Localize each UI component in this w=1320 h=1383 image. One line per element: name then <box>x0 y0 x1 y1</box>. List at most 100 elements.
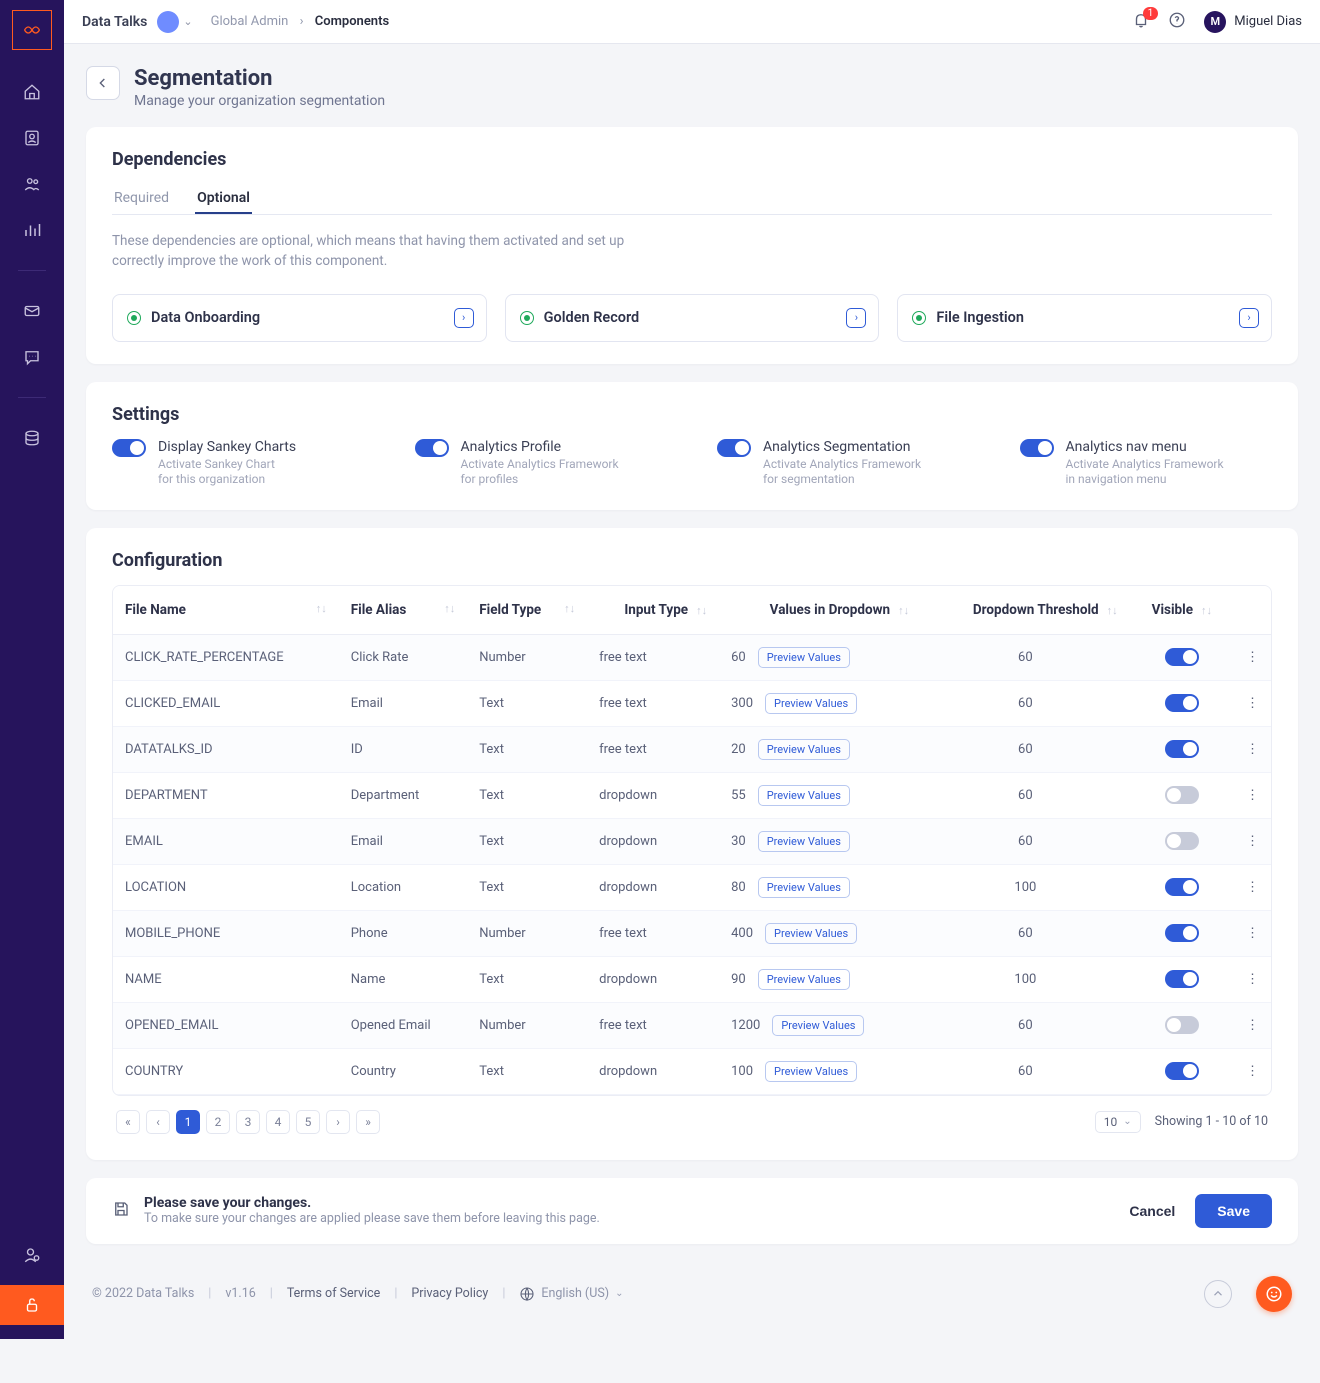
col-file-name[interactable]: File Name↑↓ <box>113 586 339 635</box>
table-row: DEPARTMENT Department Text dropdown 55Pr… <box>113 772 1271 818</box>
setting-toggle[interactable] <box>717 439 751 457</box>
back-button[interactable] <box>86 66 120 100</box>
tab-optional[interactable]: Optional <box>195 184 252 214</box>
visible-toggle[interactable] <box>1165 694 1199 712</box>
visible-toggle[interactable] <box>1165 878 1199 896</box>
preview-values-button[interactable]: Preview Values <box>758 831 850 852</box>
nav-database-icon[interactable] <box>20 426 44 450</box>
row-menu-icon[interactable]: ⋮ <box>1246 788 1259 803</box>
col-input-type[interactable]: Input Type↑↓ <box>587 586 719 635</box>
dependency-go-button[interactable]: › <box>846 308 866 328</box>
col-threshold[interactable]: Dropdown Threshold↑↓ <box>921 586 1130 635</box>
dependency-card[interactable]: File Ingestion › <box>897 294 1272 342</box>
visible-toggle[interactable] <box>1165 786 1199 804</box>
setting-toggle[interactable] <box>415 439 449 457</box>
dependency-go-button[interactable]: › <box>454 308 474 328</box>
row-menu-icon[interactable]: ⋮ <box>1246 742 1259 757</box>
visible-toggle[interactable] <box>1165 924 1199 942</box>
table-row: COUNTRY Country Text dropdown 100Preview… <box>113 1048 1271 1094</box>
visible-toggle[interactable] <box>1165 740 1199 758</box>
dependency-card[interactable]: Golden Record › <box>505 294 880 342</box>
row-menu-icon[interactable]: ⋮ <box>1246 880 1259 895</box>
cell-input-type: free text <box>587 910 719 956</box>
visible-toggle[interactable] <box>1165 1016 1199 1034</box>
preview-values-button[interactable]: Preview Values <box>772 1015 864 1036</box>
preview-values-button[interactable]: Preview Values <box>758 647 850 668</box>
pager-page[interactable]: 2 <box>206 1110 230 1134</box>
nav-mail-icon[interactable] <box>20 299 44 323</box>
nav-message-icon[interactable] <box>20 345 44 369</box>
row-menu-icon[interactable]: ⋮ <box>1246 972 1259 987</box>
save-button[interactable]: Save <box>1195 1194 1272 1228</box>
nav-profile-icon[interactable] <box>20 126 44 150</box>
cell-visible <box>1130 726 1234 772</box>
logo[interactable] <box>12 10 52 50</box>
notifications-icon[interactable]: 1 <box>1132 11 1150 33</box>
cell-file-name: DEPARTMENT <box>113 772 339 818</box>
cell-values: 80Preview Values <box>719 864 921 910</box>
nav-people-icon[interactable] <box>20 172 44 196</box>
preview-values-button[interactable]: Preview Values <box>758 785 850 806</box>
chat-button[interactable] <box>1256 1276 1292 1312</box>
visible-toggle[interactable] <box>1165 832 1199 850</box>
table-row: NAME Name Text dropdown 90Preview Values… <box>113 956 1271 1002</box>
dependency-go-button[interactable]: › <box>1239 308 1259 328</box>
visible-toggle[interactable] <box>1165 1062 1199 1080</box>
org-avatar[interactable] <box>157 11 179 33</box>
pager-last[interactable]: » <box>356 1110 380 1134</box>
setting-toggle[interactable] <box>112 439 146 457</box>
cancel-button[interactable]: Cancel <box>1129 1203 1175 1219</box>
pager-page[interactable]: 5 <box>296 1110 320 1134</box>
nav-lock-icon[interactable] <box>0 1285 64 1325</box>
pager-prev[interactable]: ‹ <box>146 1110 170 1134</box>
setting-title: Analytics Segmentation <box>763 439 921 455</box>
preview-values-button[interactable]: Preview Values <box>758 969 850 990</box>
help-icon[interactable] <box>1168 11 1186 33</box>
nav-chart-icon[interactable] <box>20 218 44 242</box>
row-menu-icon[interactable]: ⋮ <box>1246 834 1259 849</box>
nav-user-admin-icon[interactable] <box>20 1243 44 1267</box>
pager-page[interactable]: 1 <box>176 1110 200 1134</box>
row-menu-icon[interactable]: ⋮ <box>1246 1018 1259 1033</box>
preview-values-button[interactable]: Preview Values <box>765 923 857 944</box>
setting-toggle[interactable] <box>1020 439 1054 457</box>
cell-file-alias: Department <box>339 772 468 818</box>
dependency-card[interactable]: Data Onboarding › <box>112 294 487 342</box>
nav-home-icon[interactable] <box>20 80 44 104</box>
preview-values-button[interactable]: Preview Values <box>758 877 850 898</box>
cell-file-alias: Opened Email <box>339 1002 468 1048</box>
cell-file-alias: Phone <box>339 910 468 956</box>
footer-privacy[interactable]: Privacy Policy <box>411 1286 488 1301</box>
visible-toggle[interactable] <box>1165 648 1199 666</box>
pager-next[interactable]: › <box>326 1110 350 1134</box>
preview-values-button[interactable]: Preview Values <box>765 1061 857 1082</box>
setting-item: Analytics Profile Activate Analytics Fra… <box>415 439 668 488</box>
col-file-alias[interactable]: File Alias↑↓ <box>339 586 468 635</box>
pager-page[interactable]: 4 <box>266 1110 290 1134</box>
preview-values-button[interactable]: Preview Values <box>765 693 857 714</box>
footer-version: v1.16 <box>225 1286 255 1301</box>
scroll-top-button[interactable] <box>1204 1280 1232 1308</box>
visible-toggle[interactable] <box>1165 970 1199 988</box>
col-values[interactable]: Values in Dropdown↑↓ <box>719 586 921 635</box>
col-visible[interactable]: Visible↑↓ <box>1130 586 1234 635</box>
tab-required[interactable]: Required <box>112 184 171 214</box>
user-menu[interactable]: M Miguel Dias <box>1204 11 1302 33</box>
row-menu-icon[interactable]: ⋮ <box>1246 696 1259 711</box>
footer-terms[interactable]: Terms of Service <box>287 1286 380 1301</box>
row-menu-icon[interactable]: ⋮ <box>1246 926 1259 941</box>
org-dropdown-icon[interactable]: ⌄ <box>183 15 192 28</box>
breadcrumb-parent[interactable]: Global Admin <box>211 14 289 29</box>
setting-subtitle: Activate Analytics Frameworkin navigatio… <box>1066 457 1224 488</box>
col-field-type[interactable]: Field Type↑↓ <box>467 586 587 635</box>
preview-values-button[interactable]: Preview Values <box>758 739 850 760</box>
cell-field-type: Text <box>467 818 587 864</box>
footer-language-select[interactable]: English (US) ⌄ <box>519 1286 623 1302</box>
pager-first[interactable]: « <box>116 1110 140 1134</box>
row-menu-icon[interactable]: ⋮ <box>1246 1064 1259 1079</box>
pager-page[interactable]: 3 <box>236 1110 260 1134</box>
row-menu-icon[interactable]: ⋮ <box>1246 650 1259 665</box>
page-title: Segmentation <box>134 66 385 91</box>
cell-file-alias: Location <box>339 864 468 910</box>
per-page-select[interactable]: 10 ⌄ <box>1095 1111 1141 1133</box>
